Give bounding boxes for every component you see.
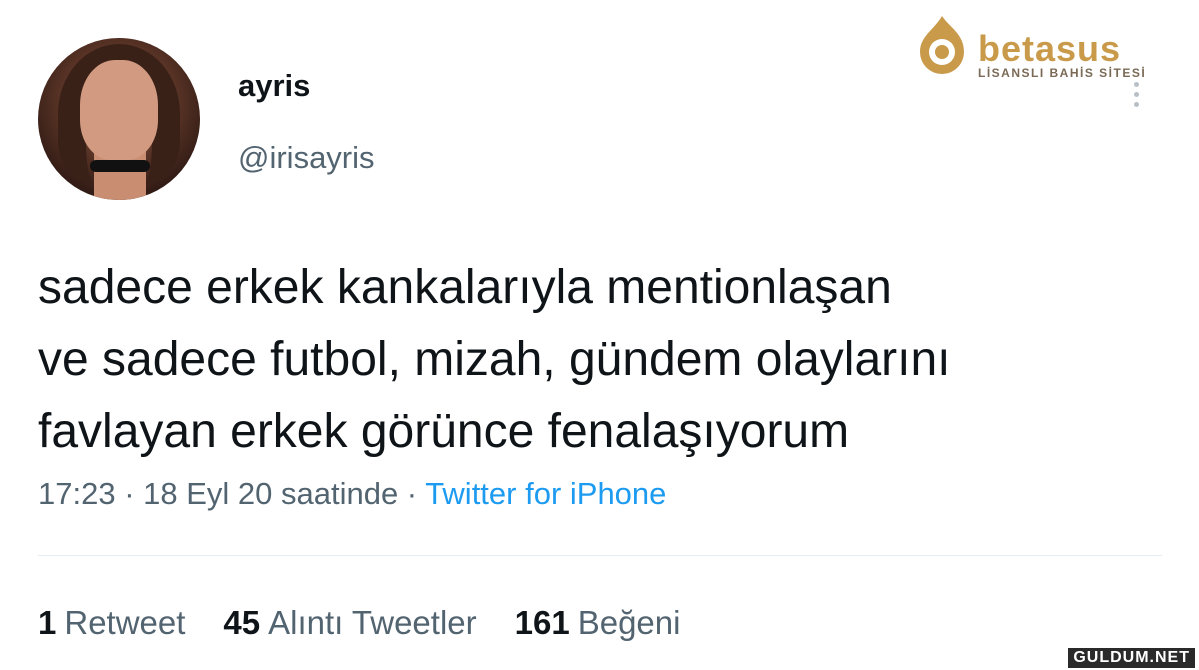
user-avatar[interactable]	[38, 38, 200, 200]
retweets-stat[interactable]: 1 Retweet	[38, 604, 185, 642]
avatar-face	[80, 60, 158, 160]
tweet-stats: 1 Retweet 45 Alıntı Tweetler 161 Beğeni	[38, 604, 680, 642]
quotes-count: 45	[223, 604, 261, 641]
quotes-label: Alıntı Tweetler	[268, 604, 477, 641]
site-watermark: GULDUM.NET	[1068, 648, 1195, 668]
tweet-text: sadece erkek kankalarıyla mentionlaşan v…	[38, 261, 951, 458]
watermark-brand: betasus	[978, 28, 1122, 69]
tweet-meta: 17:23 · 18 Eyl 20 saatinde · Twitter for…	[38, 476, 666, 512]
likes-stat[interactable]: 161 Beğeni	[515, 604, 681, 642]
quotes-stat[interactable]: 45 Alıntı Tweetler	[223, 604, 476, 642]
tweet-source-link[interactable]: Twitter for iPhone	[425, 476, 666, 511]
brand-watermark: betasus LİSANSLI BAHİS SİTESİ	[912, 12, 1162, 84]
retweets-label: Retweet	[64, 604, 186, 641]
likes-label: Beğeni	[577, 604, 681, 641]
display-name[interactable]: ayris	[238, 68, 310, 104]
betasus-logo-icon	[920, 16, 964, 74]
likes-count: 161	[514, 604, 570, 641]
tweet-card: ayris @irisayris betasus LİSANSLI BAHİS …	[0, 0, 1199, 670]
user-handle[interactable]: @irisayris	[238, 140, 375, 176]
divider	[38, 555, 1162, 556]
watermark-tagline: LİSANSLI BAHİS SİTESİ	[978, 66, 1147, 80]
retweets-count: 1	[38, 604, 57, 641]
more-vertical-icon[interactable]	[1130, 82, 1142, 116]
tweet-timestamp[interactable]: 17:23 · 18 Eyl 20 saatinde ·	[38, 476, 425, 511]
avatar-choker	[90, 160, 150, 172]
